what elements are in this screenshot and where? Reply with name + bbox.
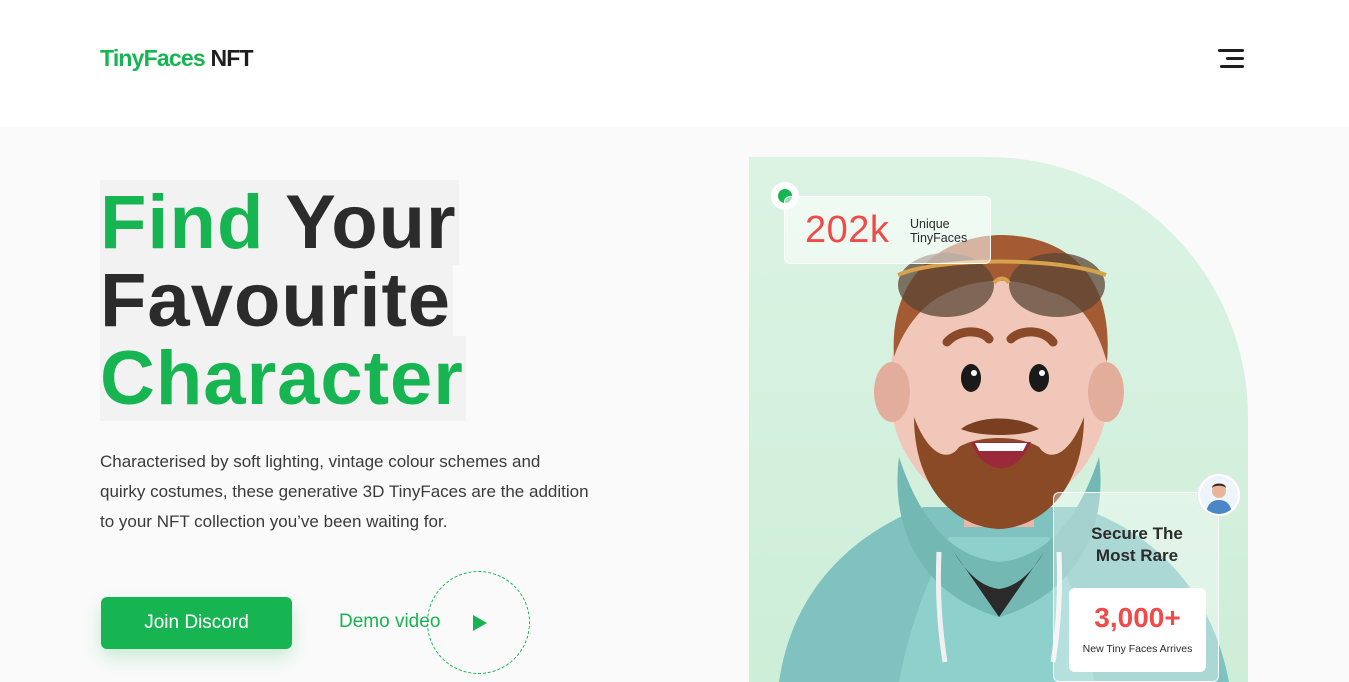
top-navbar: TinyFaces NFT [0,0,1349,127]
logo-secondary: NFT [210,45,253,71]
rare-card: Secure The Most Rare 3,000+ New Tiny Fac… [1053,492,1219,682]
rare-title-line2: Most Rare [1095,546,1179,565]
rare-count-subtitle: New Tiny Faces Arrives [1082,643,1193,655]
stat-value: 202k [805,209,890,251]
stat-label-line2: TinyFaces [910,231,968,245]
menu-line [1220,65,1244,68]
stat-label-line1: Unique [910,217,950,231]
rare-title-line1: Secure The [1091,524,1183,543]
menu-line [1218,49,1244,52]
join-discord-button[interactable]: Join Discord [101,597,292,649]
brand-logo[interactable]: TinyFaces NFT [100,45,254,72]
person-avatar-icon [1200,476,1238,514]
stat-card-unique: 202k Unique TinyFaces [784,196,991,264]
stat-label: Unique TinyFaces [910,217,967,245]
rare-count-value: 3,000+ [1094,602,1181,633]
headline-word-character: Character [100,336,466,421]
hero-description: Characterised by soft lighting, vintage … [100,452,589,531]
rare-card-title: Secure The Most Rare [1054,523,1220,567]
menu-line [1226,57,1244,60]
headline-word-your: Your [285,180,457,265]
headline-word-favourite: Favourite [100,258,454,343]
demo-video-link[interactable]: Demo video [339,611,440,633]
hamburger-icon[interactable] [1216,49,1246,71]
hero-section: Find Your Favourite Character Characteri… [0,127,1349,682]
avatar [1198,474,1240,516]
headline-word-find: Find [100,180,265,265]
play-icon [473,615,487,631]
logo-primary: TinyFaces [100,45,206,71]
hero-headline: Find Your Favourite Character [100,180,466,421]
rare-count-box: 3,000+ New Tiny Faces Arrives [1069,588,1206,672]
play-video-button[interactable] [427,571,530,674]
